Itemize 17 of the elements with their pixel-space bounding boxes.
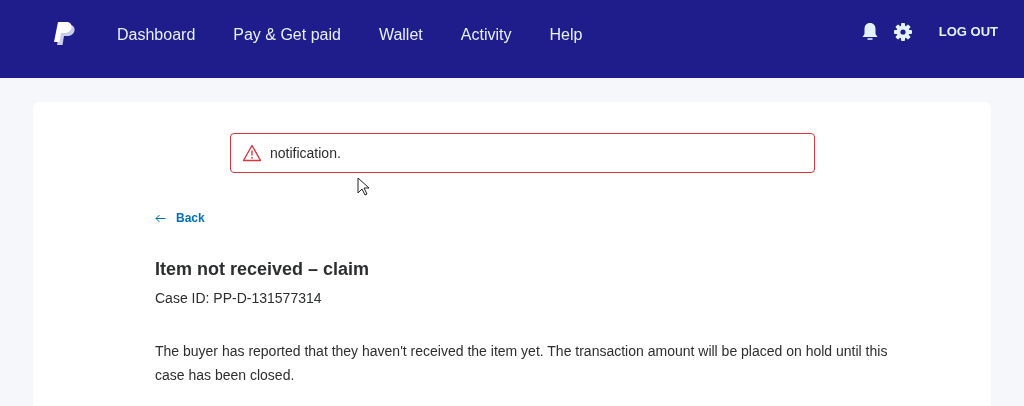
case-description: The buyer has reported that they haven't received the item yet. The transaction amount will be placed on hold until this case has been closed. [155,342,889,385]
case-title: Item not received – claim [155,258,371,281]
mouse-cursor-icon [357,177,370,196]
nav-link[interactable]: Help [549,23,583,47]
back-arrow-icon [155,213,166,223]
back-link[interactable]: Back [155,209,205,227]
notification-bell-icon[interactable] [860,22,879,42]
warning-icon [242,144,262,162]
nav-link[interactable]: Activity [460,23,512,47]
logo-icon[interactable] [53,21,77,47]
logout-button[interactable]: LOG OUT [938,22,998,42]
case-id: Case ID: PP-D-131577314 [155,289,323,308]
alert-message: notification. [270,143,341,163]
nav-link[interactable]: Dashboard [117,23,196,47]
nav-link[interactable]: Pay & Get paid [233,23,341,47]
settings-icon[interactable] [892,22,913,42]
nav-link[interactable]: Wallet [378,23,423,47]
